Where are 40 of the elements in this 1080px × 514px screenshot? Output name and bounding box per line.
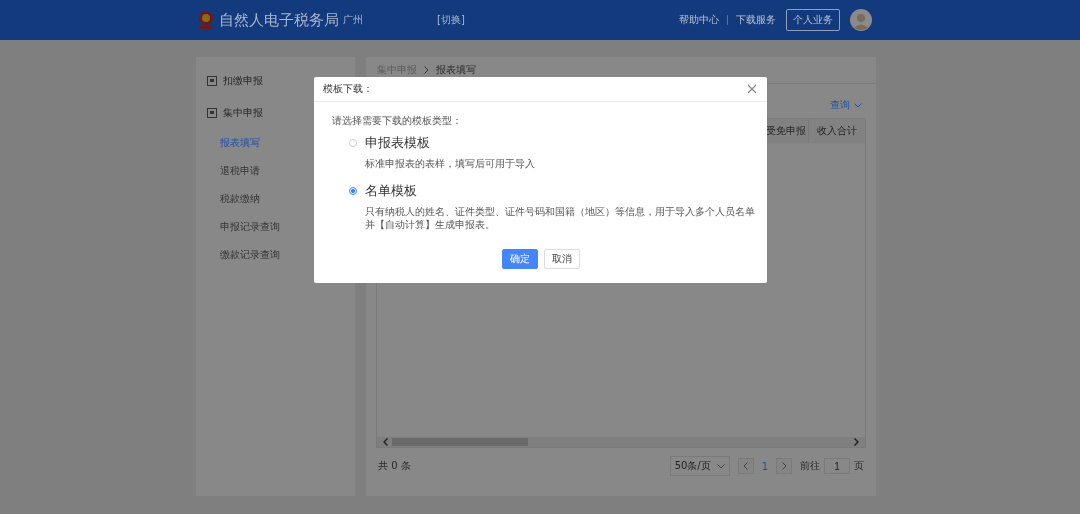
column-header: 受免申报 [765,124,807,138]
goto-label: 前往 [800,459,820,473]
site-title: 自然人电子税务局 [219,10,339,30]
switch-link[interactable]: [切换] [437,13,465,27]
dialog-title: 模板下载： [323,82,373,96]
chevron-right-icon[interactable] [781,462,787,470]
option-label[interactable]: 名单模板 [365,182,755,200]
dialog-prompt: 请选择需要下载的模板类型： [332,114,463,128]
breadcrumb-item[interactable]: 报表填写 [436,63,476,77]
next-page-button[interactable] [776,458,792,474]
header-link[interactable]: 帮助中心 [679,13,719,27]
previous-page-button[interactable] [737,458,754,474]
scroll-right-icon[interactable] [854,438,859,446]
emblem-icon [197,10,215,30]
chevron-down-icon[interactable] [854,102,862,108]
close-icon[interactable] [747,84,757,94]
scroll-left-icon[interactable] [383,438,388,446]
horizontal-scrollbar[interactable] [377,437,865,447]
total-count: 共 0 条 [378,459,411,473]
page-suffix: 页 [854,459,864,473]
avatar-icon[interactable] [850,9,872,31]
option-label[interactable]: 申报表模板 [365,134,755,152]
option-description: 只有纳税人的姓名、证件类型、证件号码和国籍（地区）等信息，用于导入多个人员名单并【自动计算】生成申报表。 [365,205,755,231]
page-size-select[interactable]: 50条/页 [669,456,730,476]
chevron-right-icon [424,66,429,74]
document-icon [207,76,217,86]
chevron-left-icon[interactable] [743,462,749,470]
scroll-thumb[interactable] [392,438,528,446]
chevron-down-icon[interactable] [716,463,725,469]
account-button[interactable]: 个人业务 [786,9,840,31]
column-header: 收入合计 [808,119,865,143]
cancel-button[interactable]: 取消 [543,249,580,269]
page-input[interactable]: 1 [824,458,850,474]
radio-button[interactable] [349,187,357,195]
query-link[interactable]: 查询 [830,94,862,116]
confirm-button[interactable]: 确定 [501,249,538,269]
header-link[interactable]: 下载服务 [736,13,776,27]
option-description: 标准申报表的表样，填写后可用于导入 [365,157,536,170]
document-icon [207,108,217,118]
region-label: 广州 [343,13,363,27]
